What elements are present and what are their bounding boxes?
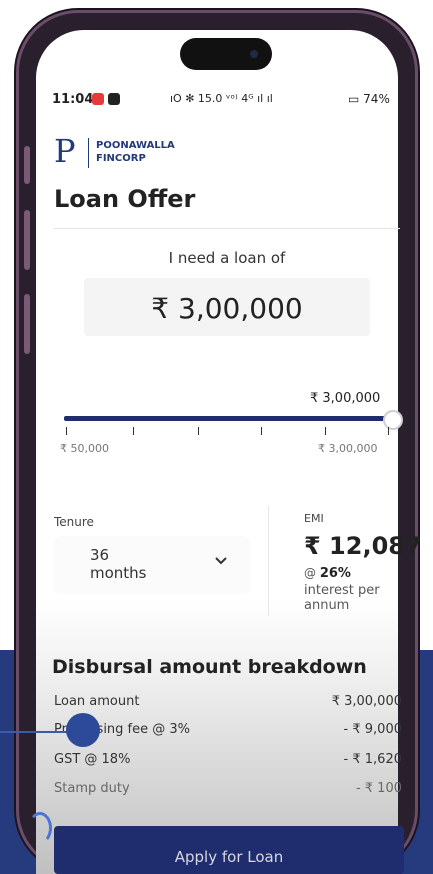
emi-rate-value: 26% [319,566,351,581]
loan-amount-label: I need a loan of [168,249,286,267]
notification-app-icon-2 [108,93,120,105]
breakdown-row-value: - ₹ 1,620 [343,752,402,767]
loan-amount-slider[interactable] [64,416,394,421]
tenure-value: 36 months [90,546,147,582]
apply-button-label: Apply for Loan [174,848,284,866]
breakdown-row-value: - ₹ 100 [355,781,402,796]
breakdown-row-label: Stamp duty [54,781,130,796]
slider-value-label: ₹ 3,00,000 [310,391,381,406]
breakdown-row-value: ₹ 3,00,000 [331,694,402,709]
emi-label: EMI [304,512,324,525]
brand-name-line1: POONAWALLA [96,140,175,151]
slider-tick [66,427,67,435]
notification-app-icon [92,93,104,105]
slider-min-label: ₹ 50,000 [60,442,109,455]
slider-max-label: ₹ 3,00,000 [318,442,378,455]
decorative-ring [28,812,52,844]
battery-level: ▭ 74% [348,92,390,106]
tenure-select[interactable]: 36 months [54,536,250,594]
slider-tick [198,427,199,435]
loan-amount-value: ₹ 3,00,000 [151,292,303,325]
slider-tick [261,427,262,435]
emi-rate-prefix: @ [304,566,316,580]
status-indicators: ıO ✻ 15.0 ᵛᵒ⁾ 4ᴳ ıl ıl [170,92,273,105]
volume-down-button [24,294,30,354]
status-time: 11:04 [52,92,94,107]
slider-tick [133,427,134,435]
side-button [24,146,30,184]
divider [54,228,400,229]
emi-value: ₹ 12,087 [304,532,422,560]
tenure-label: Tenure [54,515,94,529]
pointer-line [0,731,72,733]
breakdown-row-label: Loan amount [54,694,140,709]
camera-icon [250,50,258,58]
apply-for-loan-button[interactable]: Apply for Loan [54,826,404,874]
loan-amount-input[interactable]: ₹ 3,00,000 [84,278,370,336]
battery-percent: 74% [363,92,390,106]
slider-tick [388,427,389,435]
slider-thumb[interactable] [383,410,403,430]
camera-notch [180,38,272,70]
brand-name-line2: FINCORP [96,153,146,164]
battery-icon: ▭ [348,92,360,106]
breakdown-row-value: - ₹ 9,000 [343,722,402,737]
breakdown-title: Disbursal amount breakdown [52,656,367,678]
breakdown-row-label: GST @ 18% [54,752,131,767]
chevron-down-icon[interactable] [214,554,228,570]
page-title: Loan Offer [54,185,196,213]
brand-logo-icon: P [54,132,76,170]
touch-pointer [66,713,100,747]
logo-divider [88,138,89,168]
slider-tick [325,427,326,435]
volume-up-button [24,210,30,270]
emi-rate: @ 26% [304,566,351,581]
